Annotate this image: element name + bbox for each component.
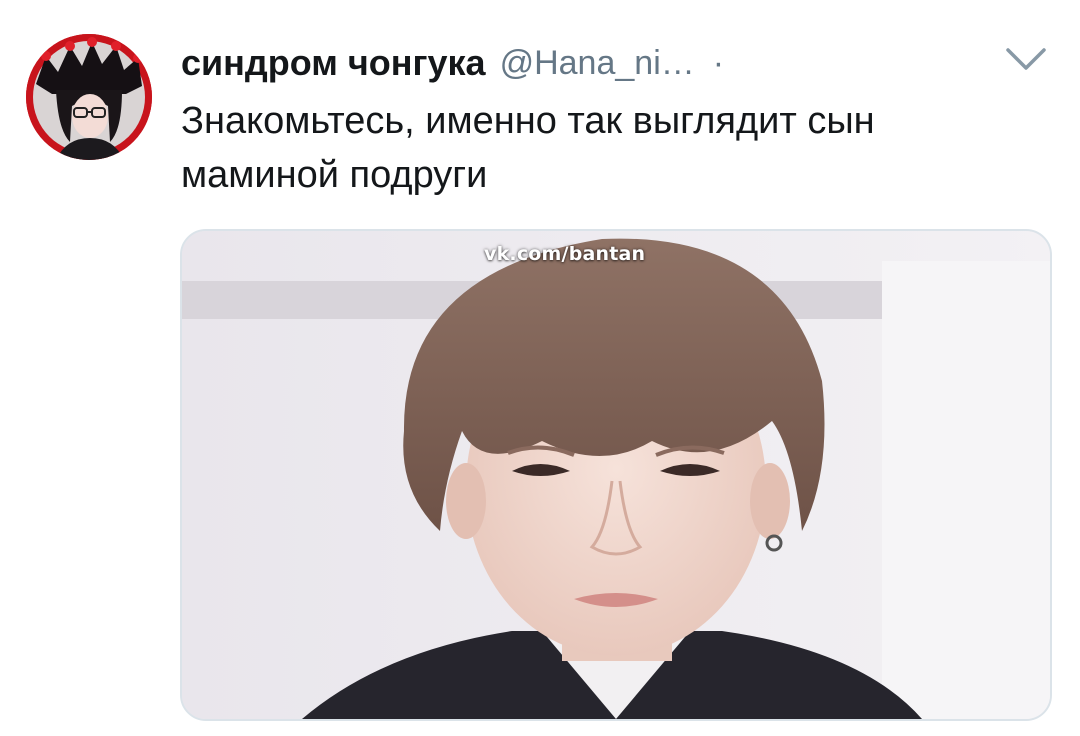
tweet-media[interactable]: vk.com/bantan	[180, 229, 1052, 721]
avatar[interactable]	[26, 34, 152, 160]
media-photo	[182, 231, 1050, 719]
tweet-card: синдром чонгука @Hana_ni… · Знакомьтесь,…	[0, 0, 1080, 736]
avatar-image	[26, 34, 152, 160]
tweet-text: Знакомьтесь, именно так выглядит сын мам…	[181, 100, 875, 196]
user-handle[interactable]: @Hana_ni…	[500, 44, 695, 83]
tweet-header: синдром чонгука @Hana_ni… ·	[181, 38, 724, 88]
chevron-down-icon[interactable]	[1004, 44, 1048, 74]
display-name[interactable]: синдром чонгука	[181, 42, 486, 84]
media-watermark: vk.com/bantan	[484, 243, 646, 265]
separator-dot: ·	[712, 43, 725, 82]
